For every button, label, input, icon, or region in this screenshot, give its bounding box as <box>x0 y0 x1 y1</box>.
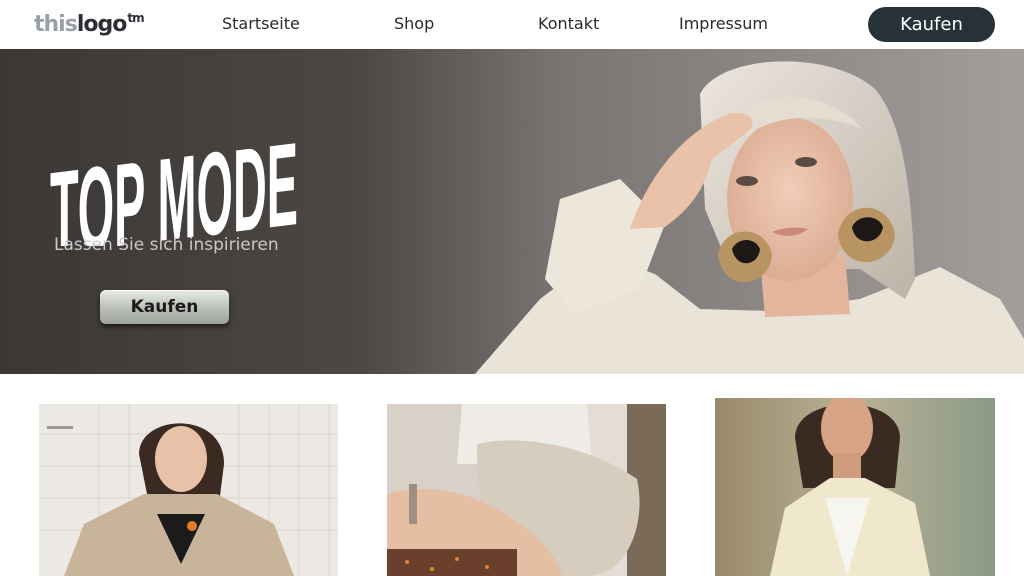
logo-logo-text: logo <box>76 12 128 37</box>
hero-title: TOP MODE <box>48 76 308 246</box>
product-card-3[interactable] <box>715 398 995 576</box>
hero-banner: TOP MODE Lassen Sie sich inspirieren Kau… <box>0 49 1024 374</box>
nav-link-shop[interactable]: Shop <box>394 12 434 36</box>
nav-link-startseite[interactable]: Startseite <box>222 12 300 36</box>
header-buy-button[interactable]: Kaufen <box>868 7 995 42</box>
nav-link-kontakt[interactable]: Kontakt <box>538 12 599 36</box>
brand-logo[interactable]: this logo tm <box>34 10 145 42</box>
product-card-2[interactable] <box>387 404 666 576</box>
product-card-1[interactable] <box>39 404 338 576</box>
hero-subtitle: Lassen Sie sich inspirieren <box>54 235 279 255</box>
logo-tm-text: tm <box>127 11 144 25</box>
site-header: this logo tm Startseite Shop Kontakt Imp… <box>0 0 1024 49</box>
nav-link-impressum[interactable]: Impressum <box>679 12 768 36</box>
product-image-woman-cream-blazer <box>715 398 995 576</box>
hero-buy-button[interactable]: Kaufen <box>100 290 229 324</box>
hero-title-graphic: TOP MODE <box>50 118 298 246</box>
product-image-hands-knit-sweater <box>387 404 666 576</box>
hero-title-text: TOP MODE <box>50 118 298 246</box>
logo-this-text: this <box>34 12 78 37</box>
product-image-woman-beige-blazer <box>39 404 338 576</box>
